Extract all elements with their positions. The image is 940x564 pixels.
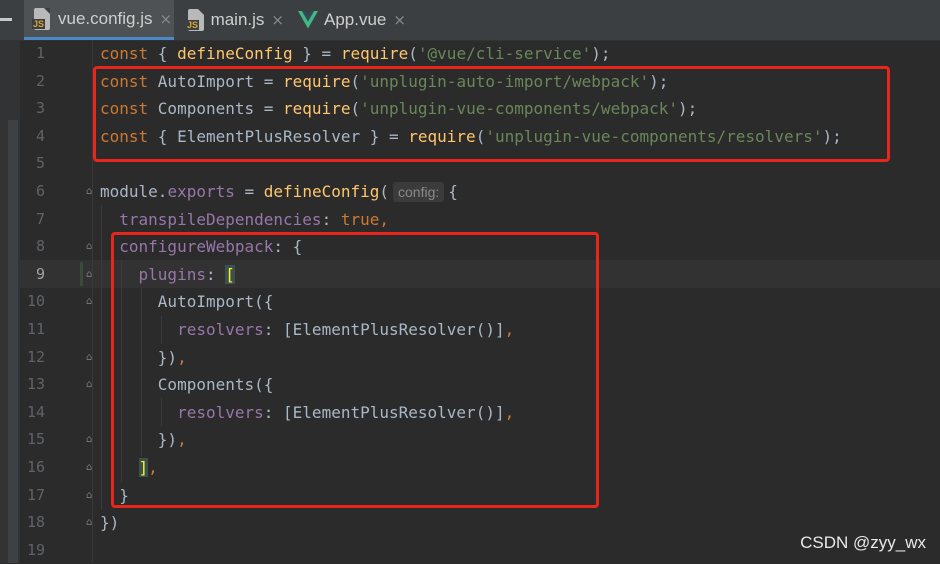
line-number: 13	[26, 375, 45, 394]
line-number: 9	[35, 264, 45, 283]
tab-label: main.js	[210, 10, 265, 29]
fold-marker-icon[interactable]: ⌂	[86, 379, 92, 390]
annotation-box-configure-webpack	[111, 232, 599, 508]
code-token: exports	[167, 182, 235, 201]
code-token: ,	[379, 209, 389, 229]
code-token: );	[591, 44, 611, 63]
code-text: })	[100, 513, 119, 532]
code-text: transpileDependencies: true,	[100, 210, 389, 229]
collapse-panel-icon[interactable]	[0, 18, 12, 21]
close-tab-icon[interactable]: ×	[160, 10, 173, 28]
code-token: const	[100, 44, 158, 63]
fold-marker-icon[interactable]: ⌂	[86, 296, 92, 307]
js-file-icon: JS	[186, 9, 205, 31]
code-token: defineConfig	[263, 182, 380, 201]
close-tab-icon[interactable]: ×	[393, 11, 406, 29]
code-token: } =	[292, 44, 341, 63]
editor-tab-bar: JS vue.config.js × JS main.js × App.vue …	[0, 0, 940, 41]
code-token: defineConfig	[177, 44, 293, 63]
vue-logo-icon	[298, 11, 318, 29]
line-number: 2	[35, 71, 45, 90]
code-token: transpileDependencies	[119, 209, 322, 229]
code-token: {	[448, 182, 458, 201]
tab-label: vue.config.js	[58, 8, 153, 28]
line-number: 7	[35, 209, 45, 228]
line-number: 8	[35, 237, 45, 256]
line-number: 10	[26, 292, 45, 311]
code-text: const { defineConfig } = require('@vue/c…	[100, 44, 611, 63]
fold-marker-icon[interactable]: ⌂	[86, 490, 92, 501]
line-number: 5	[35, 154, 45, 173]
watermark: CSDN @zyy_wx	[800, 533, 926, 552]
line-number: 14	[26, 402, 45, 421]
line-number: 12	[26, 347, 45, 366]
code-token: (	[408, 44, 418, 63]
code-token: .	[157, 182, 168, 201]
line-number: 18	[26, 513, 45, 532]
line-number: 4	[35, 126, 45, 145]
line-number: 3	[35, 99, 45, 118]
parameter-hint: config:	[393, 182, 445, 202]
line-number: 1	[35, 44, 45, 62]
fold-marker-icon[interactable]: ⌂	[86, 434, 92, 445]
code-token: '@vue/cli-service'	[417, 44, 592, 63]
line-number: 6	[35, 182, 45, 200]
code-line[interactable]: 18 ⌂})	[0, 509, 940, 537]
fold-marker-icon[interactable]: ⌂	[86, 186, 92, 197]
code-token: require	[340, 44, 409, 63]
line-number: 16	[26, 458, 45, 476]
code-token: =	[234, 182, 264, 201]
fold-marker-icon[interactable]: ⌂	[86, 241, 92, 252]
code-line[interactable]: 1 const { defineConfig } = require('@vue/…	[0, 40, 940, 68]
close-tab-icon[interactable]: ×	[271, 11, 284, 29]
code-line[interactable]: 7 transpileDependencies: true,	[0, 206, 940, 234]
fold-marker-icon[interactable]: ⌂	[86, 462, 92, 473]
code-token: {	[157, 44, 178, 63]
fold-marker-icon[interactable]: ⌂	[86, 517, 92, 528]
tab-main-js[interactable]: JS main.js ×	[182, 0, 284, 40]
code-text: module.exports = defineConfig(config:{	[100, 182, 458, 202]
line-number: 17	[26, 485, 45, 504]
tab-label: App.vue	[324, 10, 387, 29]
code-token: })	[100, 513, 120, 533]
tab-app-vue[interactable]: App.vue ×	[294, 0, 410, 40]
line-number: 11	[26, 320, 45, 338]
code-token: (	[379, 182, 390, 201]
code-token: module	[100, 182, 158, 201]
code-token: :	[321, 209, 341, 229]
code-line[interactable]: 19	[0, 537, 940, 564]
code-line[interactable]: 6 ⌂ module.exports = defineConfig(config:{	[0, 178, 940, 206]
tab-vue-config-js[interactable]: JS vue.config.js ×	[24, 0, 174, 40]
js-file-icon: JS	[32, 7, 52, 30]
line-number: 19	[26, 540, 45, 559]
code-token: true	[340, 209, 380, 229]
fold-marker-icon[interactable]: ⌂	[86, 352, 92, 363]
fold-marker-icon[interactable]: ⌂	[86, 269, 92, 280]
annotation-box-imports	[93, 66, 890, 162]
line-number: 15	[26, 430, 45, 449]
